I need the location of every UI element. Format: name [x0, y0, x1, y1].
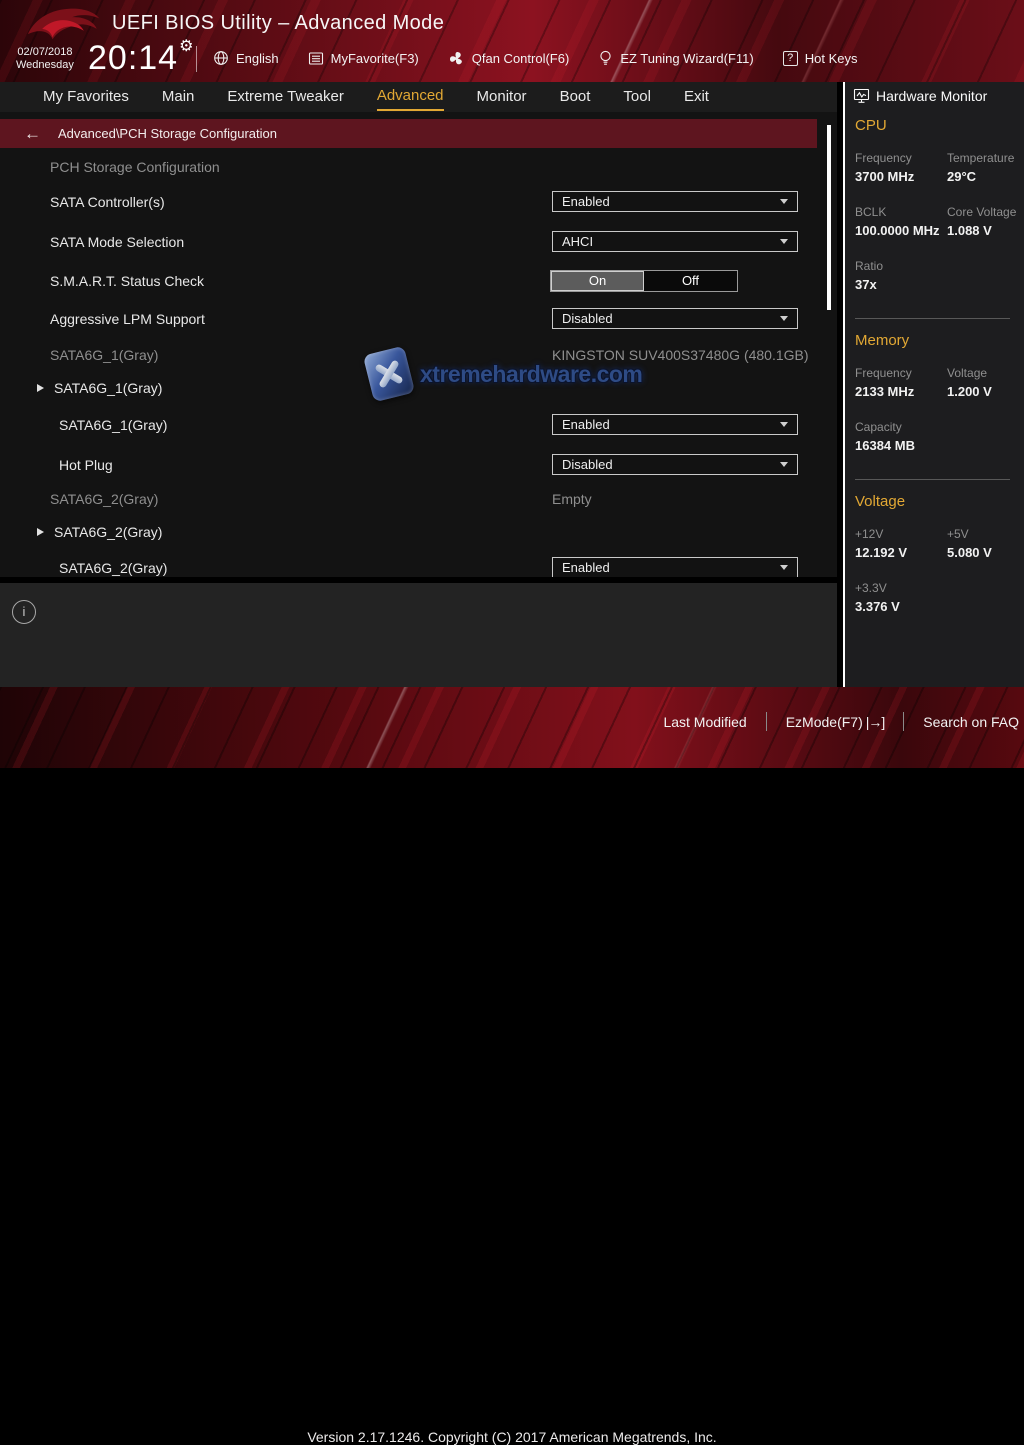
last-modified-button[interactable]: Last Modified: [663, 714, 746, 730]
header-toolbar: English MyFavorite(F3) Qfan Control(F6): [213, 44, 857, 72]
date-display: 02/07/2018 Wednesday: [16, 46, 74, 72]
cpu-bclk: BCLK 100.0000 MHz: [855, 204, 939, 240]
chevron-down-icon: [780, 316, 788, 321]
sidebar-divider: [855, 318, 1010, 319]
section-title: PCH Storage Configuration: [50, 156, 220, 178]
main-menu-bar: My Favorites Main Extreme Tweaker Advanc…: [0, 82, 837, 112]
voltage-3v3: +3.3V 3.376 V: [855, 580, 939, 616]
footer-separator: [766, 712, 767, 731]
setting-row-sata-mode: SATA Mode Selection AHCI: [0, 231, 817, 253]
ezmode-exit-icon: |→]: [866, 714, 885, 730]
fan-icon: [448, 50, 465, 67]
setting-row-hot-plug: Hot Plug Disabled: [0, 454, 817, 476]
tab-boot[interactable]: Boot: [560, 84, 591, 110]
lightbulb-icon: [598, 50, 613, 67]
memory-voltage: Voltage 1.200 V: [947, 365, 1016, 401]
footer-bar: Last Modified EzMode(F7) |→] Search on F…: [0, 687, 1024, 768]
cpu-readings: Frequency 3700 MHz Temperature 29°C BCLK…: [855, 150, 1016, 294]
tab-exit[interactable]: Exit: [684, 84, 709, 110]
section-header-row: PCH Storage Configuration: [0, 156, 817, 178]
monitor-icon: [853, 88, 870, 104]
info-row-sata6g2: SATA6G_2(Gray) Empty: [0, 488, 817, 510]
globe-icon: [213, 50, 229, 66]
info-icon: i: [12, 600, 36, 624]
header-separator: [196, 46, 197, 72]
memory-readings: Frequency 2133 MHz Voltage 1.200 V Capac…: [855, 365, 1016, 455]
breadcrumb-path: Advanced\PCH Storage Configuration: [58, 126, 277, 141]
header-banner: UEFI BIOS Utility – Advanced Mode 02/07/…: [0, 0, 1024, 82]
tab-advanced[interactable]: Advanced: [377, 83, 444, 111]
tab-extreme-tweaker[interactable]: Extreme Tweaker: [227, 84, 343, 110]
toggle-on-option[interactable]: On: [551, 271, 644, 291]
ez-tuning-wizard-button[interactable]: EZ Tuning Wizard(F11): [598, 50, 753, 67]
memory-section-title: Memory: [855, 331, 1016, 351]
tab-tool[interactable]: Tool: [623, 84, 651, 110]
hardware-monitor-panel: Hardware Monitor CPU Frequency 3700 MHz …: [843, 82, 1024, 687]
tab-main[interactable]: Main: [162, 84, 195, 110]
memory-capacity: Capacity 16384 MB: [855, 419, 939, 455]
tab-my-favorites[interactable]: My Favorites: [43, 84, 129, 110]
setting-row-smart-check: S.M.A.R.T. Status Check On Off: [0, 270, 817, 292]
hardware-monitor-header: Hardware Monitor: [853, 82, 1016, 104]
clock-display: 20:14⚙: [88, 36, 194, 78]
sidebar-divider: [855, 479, 1010, 480]
chevron-down-icon: [780, 422, 788, 427]
sata-controllers-dropdown[interactable]: Enabled: [552, 191, 798, 212]
sata6g1-enable-dropdown[interactable]: Enabled: [552, 414, 798, 435]
toggle-off-option[interactable]: Off: [644, 271, 737, 291]
version-text: Version 2.17.1246. Copyright (C) 2017 Am…: [0, 1429, 1024, 1445]
expand-row-sata6g2[interactable]: SATA6G_2(Gray): [0, 521, 817, 543]
lpm-support-dropdown[interactable]: Disabled: [552, 308, 798, 329]
setting-row-sata6g2-enable: SATA6G_2(Gray) Enabled: [0, 557, 817, 577]
voltage-section-title: Voltage: [855, 492, 1016, 512]
search-on-faq-button[interactable]: Search on FAQ: [923, 714, 1019, 730]
sata-mode-dropdown[interactable]: AHCI: [552, 231, 798, 252]
clock-settings-gear-icon[interactable]: ⚙: [179, 38, 194, 55]
date-value: 02/07/2018: [16, 46, 74, 59]
memory-frequency: Frequency 2133 MHz: [855, 365, 939, 401]
cpu-core-voltage: Core Voltage 1.088 V: [947, 204, 1016, 240]
hot-keys-button[interactable]: ? Hot Keys: [783, 51, 858, 66]
ezmode-button[interactable]: EzMode(F7) |→]: [786, 714, 885, 730]
breadcrumb[interactable]: ← Advanced\PCH Storage Configuration: [0, 119, 817, 148]
footer-links: Last Modified EzMode(F7) |→] Search on F…: [663, 712, 1019, 731]
cpu-frequency: Frequency 3700 MHz: [855, 150, 939, 186]
hot-plug-dropdown[interactable]: Disabled: [552, 454, 798, 475]
app-title: UEFI BIOS Utility – Advanced Mode: [112, 12, 444, 35]
voltage-5v: +5V 5.080 V: [947, 526, 1016, 562]
qfan-control-button[interactable]: Qfan Control(F6): [448, 50, 570, 67]
expand-arrow-icon: [37, 384, 44, 392]
help-info-panel: i: [0, 583, 837, 687]
myfavorite-button[interactable]: MyFavorite(F3): [308, 51, 419, 66]
setting-row-lpm-support: Aggressive LPM Support Disabled: [0, 308, 817, 330]
question-icon: ?: [783, 51, 798, 66]
cpu-section-title: CPU: [855, 116, 1016, 136]
smart-status-toggle[interactable]: On Off: [550, 270, 738, 292]
chevron-down-icon: [780, 239, 788, 244]
sata6g2-device-value: Empty: [552, 488, 592, 510]
chevron-down-icon: [780, 199, 788, 204]
bios-screen: UEFI BIOS Utility – Advanced Mode 02/07/…: [0, 0, 1024, 768]
setting-row-sata6g1-enable: SATA6G_1(Gray) Enabled: [0, 414, 817, 436]
voltage-readings: +12V 12.192 V +5V 5.080 V +3.3V 3.376 V: [855, 526, 1016, 616]
voltage-12v: +12V 12.192 V: [855, 526, 939, 562]
language-button[interactable]: English: [213, 50, 279, 66]
cpu-temperature: Temperature 29°C: [947, 150, 1016, 186]
settings-panel: ← Advanced\PCH Storage Configuration PCH…: [0, 112, 837, 577]
chevron-down-icon: [780, 462, 788, 467]
scrollbar-thumb[interactable]: [827, 125, 831, 310]
info-row-sata6g1: SATA6G_1(Gray) KINGSTON SUV400S37480G (4…: [0, 344, 817, 366]
weekday-value: Wednesday: [16, 59, 74, 72]
tab-monitor[interactable]: Monitor: [477, 84, 527, 110]
expand-arrow-icon: [37, 528, 44, 536]
footer-separator: [903, 712, 904, 731]
back-arrow-icon[interactable]: ←: [24, 125, 41, 142]
setting-row-sata-controllers: SATA Controller(s) Enabled: [0, 191, 817, 213]
favorites-list-icon: [308, 51, 324, 66]
sata6g2-enable-dropdown[interactable]: Enabled: [552, 557, 798, 577]
expand-row-sata6g1[interactable]: SATA6G_1(Gray): [0, 377, 817, 399]
chevron-down-icon: [780, 565, 788, 570]
cpu-ratio: Ratio 37x: [855, 258, 939, 294]
sata6g1-device-value: KINGSTON SUV400S37480G (480.1GB): [552, 344, 809, 366]
